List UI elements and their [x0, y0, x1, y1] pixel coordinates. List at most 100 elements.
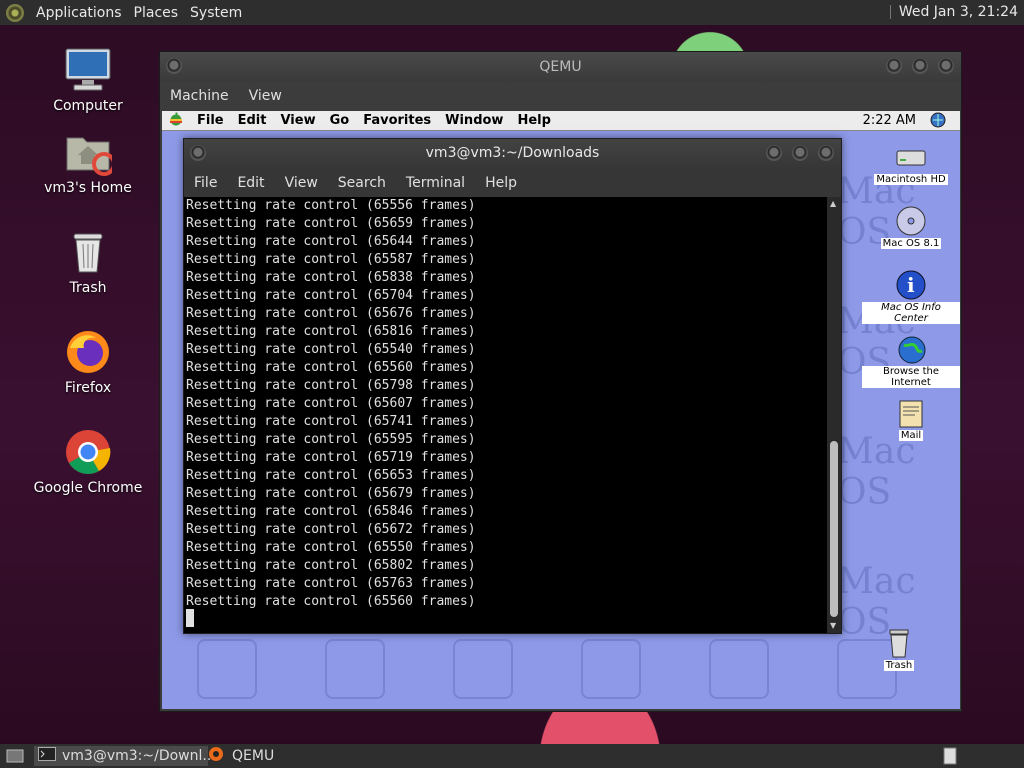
terminal-titlebar[interactable]: vm3@vm3:~/Downloads [184, 139, 841, 169]
hard-disk-icon [894, 141, 928, 173]
show-desktop-button[interactable] [2, 746, 32, 766]
clock[interactable]: Wed Jan 3, 21:24 [889, 4, 1018, 20]
taskbar-item-qemu[interactable]: QEMU [204, 746, 292, 766]
terminal-search-menu[interactable]: Search [328, 175, 396, 191]
terminal-menubar: File Edit View Search Terminal Help [184, 169, 841, 197]
terminal-line: Resetting rate control (65560 frames) [186, 594, 476, 609]
mac-edit-menu[interactable]: Edit [231, 113, 274, 128]
maximize-button[interactable] [912, 58, 928, 74]
mac-icon-info-center[interactable]: i Mac OS Info Center [862, 269, 960, 324]
minimize-button[interactable] [886, 58, 902, 74]
desktop-icon-computer[interactable]: Computer [33, 46, 143, 114]
qemu-menubar: Machine View [160, 82, 961, 110]
scroll-up-arrow-icon[interactable]: ▲ [830, 199, 836, 208]
desktop-icon-trash[interactable]: Trash [33, 228, 143, 296]
terminal-view-menu[interactable]: View [275, 175, 328, 191]
icon-label: Trash [883, 660, 915, 671]
terminal-line: Resetting rate control (65802 frames) [186, 558, 476, 573]
wallpaper-text: Mac OS [837, 431, 916, 513]
terminal-help-menu[interactable]: Help [475, 175, 527, 191]
terminal-output[interactable]: Resetting rate control (65556 frames) Res… [184, 197, 827, 633]
mac-icon-mail[interactable]: Mail [862, 397, 960, 441]
places-menu[interactable]: Places [128, 5, 185, 21]
taskbar-item-terminal[interactable]: vm3@vm3:~/Downl... [34, 746, 216, 766]
qemu-title-text: QEMU [539, 59, 582, 75]
icon-label: Mac OS 8.1 [880, 238, 942, 249]
cd-icon [894, 205, 928, 237]
scrollbar-thumb[interactable] [830, 441, 838, 617]
terminal-lines: Resetting rate control (65556 frames) Res… [186, 197, 476, 611]
window-menu-button[interactable] [166, 58, 182, 74]
close-button[interactable] [938, 58, 954, 74]
mate-logo-icon[interactable] [6, 3, 24, 22]
terminal-title-text: vm3@vm3:~/Downloads [425, 145, 600, 161]
window-menu-button[interactable] [190, 145, 206, 161]
icon-label: Mail [898, 430, 924, 441]
terminal-line: Resetting rate control (65676 frames) [186, 306, 476, 321]
clock-text: Wed Jan 3, 21:24 [898, 4, 1018, 20]
info-icon: i [894, 269, 928, 301]
machine-menu[interactable]: Machine [160, 88, 239, 104]
chrome-icon [64, 428, 112, 476]
mac-icon-macos-81[interactable]: Mac OS 8.1 [862, 205, 960, 249]
icon-label: Macintosh HD [874, 174, 948, 185]
qemu-titlebar[interactable]: QEMU [160, 52, 961, 82]
mac-help-menu[interactable]: Help [510, 113, 557, 128]
system-menu[interactable]: System [184, 5, 248, 21]
desktop-icon-firefox[interactable]: Firefox [33, 328, 143, 396]
icon-label: Browse the Internet [862, 366, 960, 388]
mac-face-logo-icon [453, 639, 513, 699]
close-button[interactable] [818, 145, 834, 161]
mac-view-menu[interactable]: View [273, 113, 322, 128]
terminal-line: Resetting rate control (65763 frames) [186, 576, 476, 591]
taskbar-item-label: vm3@vm3:~/Downl... [62, 748, 216, 764]
terminal-line: Resetting rate control (65540 frames) [186, 342, 476, 357]
terminal-line: Resetting rate control (65560 frames) [186, 360, 476, 375]
mac-clock[interactable]: 2:22 AM [863, 113, 916, 128]
scroll-down-arrow-icon[interactable]: ▼ [830, 621, 836, 630]
mac-go-menu[interactable]: Go [323, 113, 357, 128]
trash-icon [64, 228, 112, 276]
terminal-scrollbar[interactable]: ▲ ▼ [827, 197, 841, 633]
trash-icon [882, 627, 916, 659]
taskbar-item-label: QEMU [232, 748, 275, 764]
mac-favorites-menu[interactable]: Favorites [356, 113, 438, 128]
desktop-icon-label: vm3's Home [44, 180, 132, 196]
maximize-button[interactable] [792, 145, 808, 161]
terminal-line: Resetting rate control (65550 frames) [186, 540, 476, 555]
terminal-line: Resetting rate control (65838 frames) [186, 270, 476, 285]
top-panel: Applications Places System [0, 0, 1024, 25]
minimize-button[interactable] [766, 145, 782, 161]
desktop-icon-home[interactable]: vm3's Home [33, 128, 143, 196]
mail-icon [894, 397, 928, 429]
terminal-line: Resetting rate control (65846 frames) [186, 504, 476, 519]
desktop-icon-chrome[interactable]: Google Chrome [33, 428, 143, 496]
mac-menubar: File Edit View Go Favorites Window Help … [162, 111, 960, 131]
terminal-icon [38, 747, 56, 765]
mac-face-logo-icon [581, 639, 641, 699]
workspace-switcher[interactable] [938, 746, 968, 766]
app-switcher-icon[interactable] [930, 112, 946, 132]
terminal-terminal-menu[interactable]: Terminal [396, 175, 475, 191]
desktop-icon-label: Computer [53, 98, 123, 114]
desktop-icon-label: Trash [69, 280, 107, 296]
mac-icon-trash[interactable]: Trash [849, 627, 949, 671]
terminal-file-menu[interactable]: File [184, 175, 227, 191]
mac-icon-browse-internet[interactable]: Browse the Internet [862, 333, 960, 388]
qemu-icon [208, 746, 224, 766]
terminal-edit-menu[interactable]: Edit [227, 175, 274, 191]
svg-text:i: i [907, 273, 915, 297]
applications-menu[interactable]: Applications [30, 5, 128, 21]
terminal-line: Resetting rate control (65653 frames) [186, 468, 476, 483]
mac-file-menu[interactable]: File [190, 113, 231, 128]
apple-menu-icon[interactable] [162, 112, 190, 130]
bottom-panel: vm3@vm3:~/Downl... QEMU [0, 744, 1024, 768]
terminal-line: Resetting rate control (65741 frames) [186, 414, 476, 429]
mac-icon-macintosh-hd[interactable]: Macintosh HD [862, 141, 960, 185]
terminal-cursor [186, 609, 194, 627]
view-menu[interactable]: View [239, 88, 292, 104]
desktop-icon-label: Google Chrome [33, 480, 143, 496]
mac-window-menu[interactable]: Window [438, 113, 510, 128]
firefox-icon [64, 328, 112, 376]
icon-label: Mac OS Info Center [862, 302, 960, 324]
